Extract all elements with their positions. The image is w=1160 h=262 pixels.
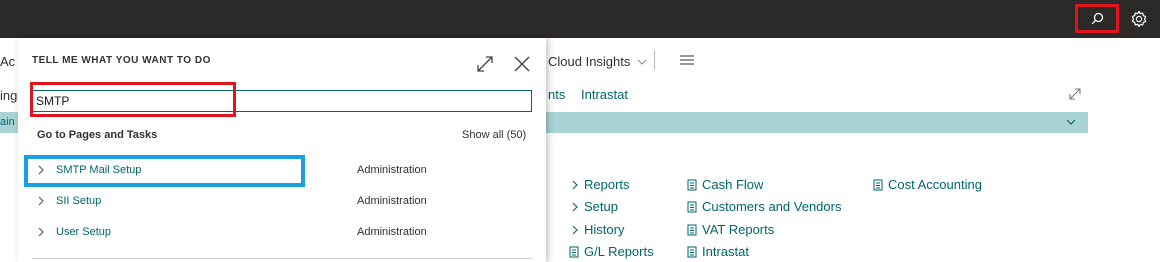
report-icon bbox=[687, 246, 697, 257]
bg-link-cash-flow[interactable]: Cash Flow bbox=[687, 177, 763, 192]
result-row[interactable]: SII Setup Administration bbox=[32, 189, 532, 213]
chevron-down-icon[interactable] bbox=[1064, 115, 1078, 129]
bg-link-vat-reports[interactable]: VAT Reports bbox=[687, 222, 774, 237]
hamburger-menu-icon[interactable] bbox=[680, 55, 694, 65]
panel-title: TELL ME WHAT YOU WANT TO DO bbox=[32, 55, 211, 66]
result-category: Administration bbox=[357, 226, 427, 238]
bg-link-reports[interactable]: Reports bbox=[571, 177, 630, 192]
bg-link-cost-accounting[interactable]: Cost Accounting bbox=[873, 177, 982, 192]
result-row[interactable]: SMTP Mail Setup Administration bbox=[32, 158, 532, 182]
bg-link-label: Cost Accounting bbox=[888, 177, 982, 192]
divider bbox=[32, 258, 532, 259]
expand-icon[interactable] bbox=[1068, 87, 1082, 101]
bg-divider bbox=[654, 50, 655, 70]
bg-link-label: Customers and Vendors bbox=[702, 199, 842, 214]
bg-link-label: History bbox=[584, 222, 625, 237]
bg-link-setup[interactable]: Setup bbox=[571, 199, 618, 214]
bg-cloud-insights-menu[interactable]: Cloud Insights bbox=[548, 54, 647, 69]
bg-nav-link-partial[interactable]: nts bbox=[548, 87, 565, 102]
top-bar bbox=[0, 0, 1160, 38]
result-label[interactable]: SMTP Mail Setup bbox=[56, 164, 357, 176]
search-icon bbox=[1091, 12, 1103, 25]
tell-me-panel: TELL ME WHAT YOU WANT TO DO Go to Pages … bbox=[18, 38, 546, 262]
chevron-right-icon bbox=[38, 165, 44, 175]
bg-band-partial-label: ain bbox=[0, 116, 15, 128]
bg-link-customers-vendors[interactable]: Customers and Vendors bbox=[687, 199, 841, 214]
result-category: Administration bbox=[357, 164, 427, 176]
result-category: Administration bbox=[357, 195, 427, 207]
gear-icon[interactable] bbox=[1130, 10, 1148, 28]
report-icon bbox=[687, 179, 697, 190]
result-label[interactable]: User Setup bbox=[56, 226, 357, 238]
bg-link-label: Cash Flow bbox=[702, 177, 764, 192]
bg-partial-title: Ac bbox=[0, 54, 16, 69]
bg-link-history[interactable]: History bbox=[571, 222, 624, 237]
show-all-link[interactable]: Show all (50) bbox=[462, 129, 526, 141]
search-input[interactable] bbox=[32, 90, 532, 112]
chevron-down-icon bbox=[637, 59, 647, 65]
close-icon[interactable] bbox=[513, 55, 531, 73]
report-icon bbox=[687, 224, 697, 235]
chevron-right-icon bbox=[572, 202, 578, 211]
bg-link-label: Intrastat bbox=[702, 244, 749, 259]
bg-partial-nav: ing bbox=[0, 88, 18, 103]
bg-nav-link-intrastat[interactable]: Intrastat bbox=[581, 87, 628, 102]
search-button[interactable] bbox=[1075, 4, 1119, 33]
result-label[interactable]: SII Setup bbox=[56, 195, 357, 207]
cloud-insights-label: Cloud Insights bbox=[548, 54, 631, 69]
bg-link-label: VAT Reports bbox=[702, 222, 775, 237]
bg-link-intrastat[interactable]: Intrastat bbox=[687, 244, 749, 259]
chevron-right-icon bbox=[38, 196, 44, 206]
chevron-right-icon bbox=[38, 227, 44, 237]
report-icon bbox=[687, 201, 697, 212]
bg-link-label: G/L Reports bbox=[584, 244, 654, 259]
bg-link-label: Setup bbox=[584, 199, 618, 214]
section-title: Go to Pages and Tasks bbox=[37, 129, 158, 141]
bg-link-label: Reports bbox=[584, 177, 630, 192]
bg-link-gl-reports[interactable]: G/L Reports bbox=[569, 244, 654, 259]
report-icon bbox=[569, 246, 579, 257]
chevron-right-icon bbox=[572, 180, 578, 189]
chevron-right-icon bbox=[572, 225, 578, 234]
report-icon bbox=[873, 179, 883, 190]
result-row[interactable]: User Setup Administration bbox=[32, 220, 532, 244]
expand-icon[interactable] bbox=[476, 55, 494, 73]
